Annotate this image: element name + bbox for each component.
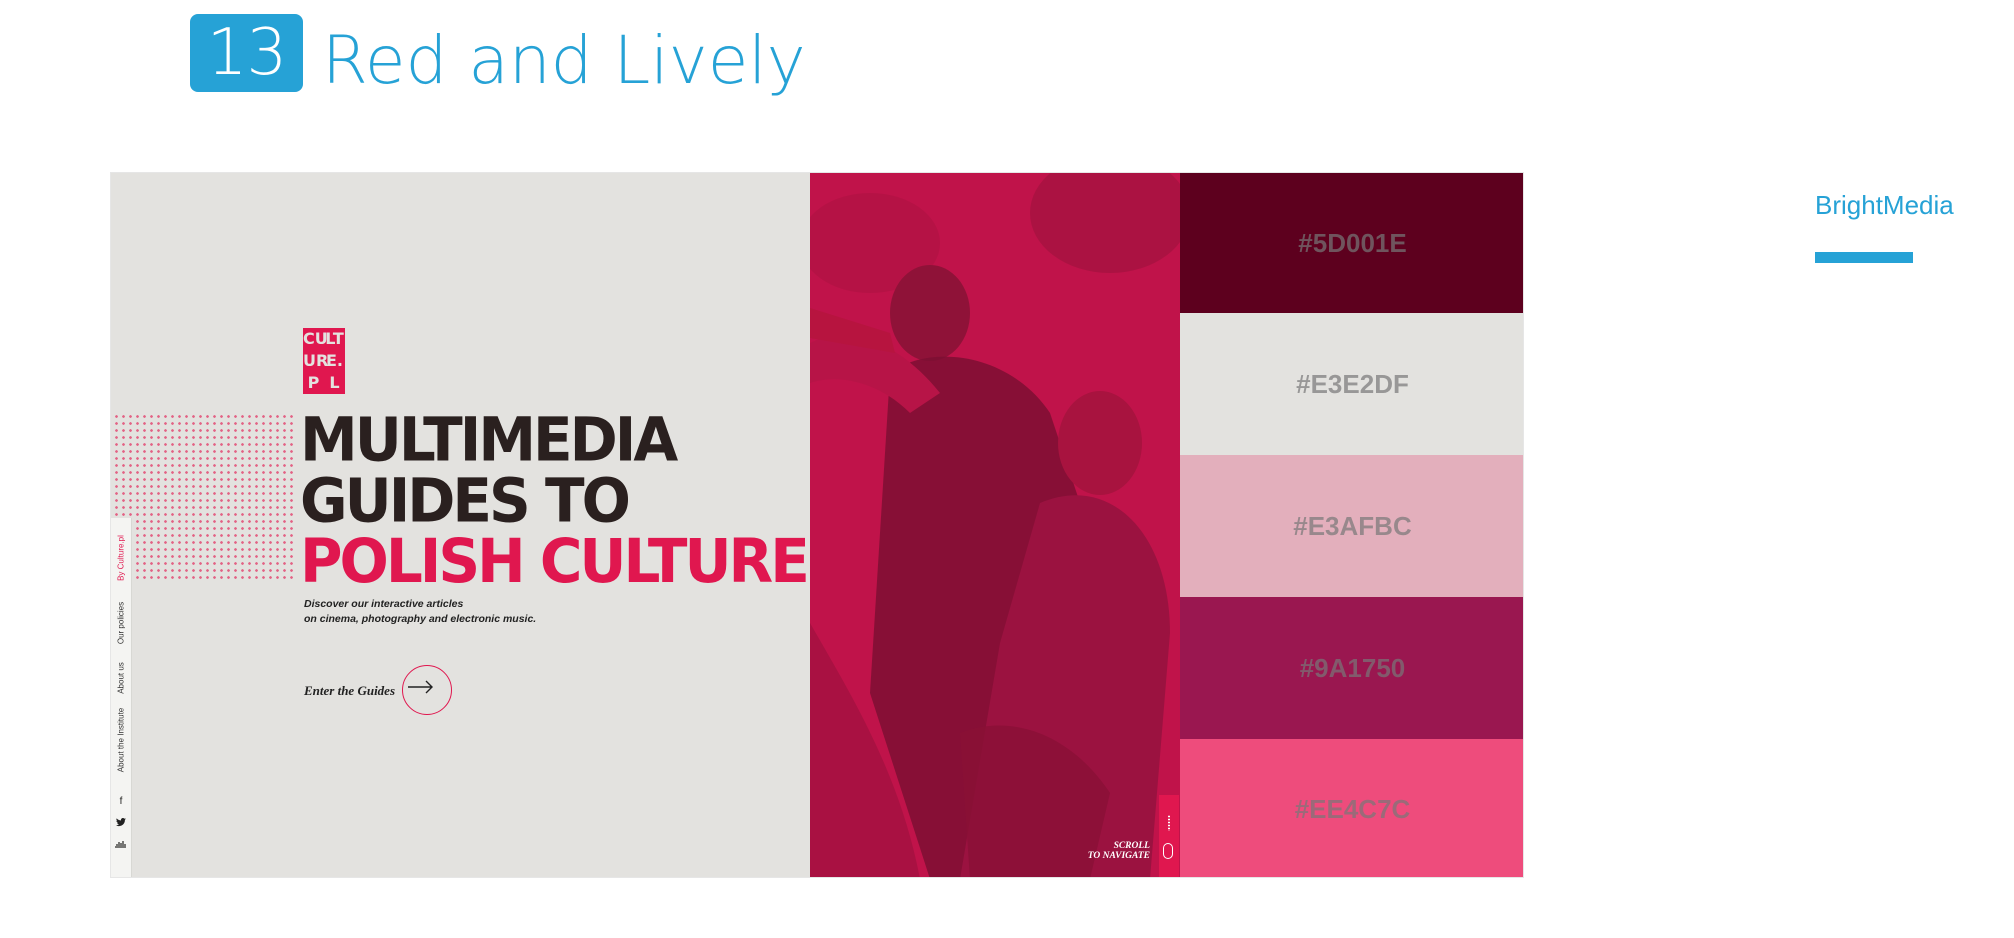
sidebar-link-about[interactable]: About us (117, 662, 126, 694)
section-number-badge: 13 (190, 14, 303, 92)
soundcloud-icon[interactable] (114, 840, 127, 851)
subtext-line-1: Discover our interactive articles (304, 598, 464, 610)
brand-underline (1815, 252, 1913, 263)
hero-subtext: Discover our interactive articles on cin… (304, 597, 536, 627)
sidebar-link-policies[interactable]: Our policies (117, 602, 126, 644)
arrow-right-icon (408, 677, 434, 700)
scroll-tab[interactable] (1159, 795, 1179, 877)
swatch-2: #E3E2DF (1180, 313, 1523, 455)
enter-guides-label: Enter the Guides (304, 683, 396, 698)
swatch-3: #E3AFBC (1180, 455, 1523, 597)
logo-letters: P (307, 373, 320, 392)
dot-pattern (113, 413, 293, 581)
dancing-people-photo: SCROLL TO NAVIGATE (810, 173, 1180, 877)
hero-headline: MULTIMEDIA GUIDES TO POLISH CULTURE (300, 403, 810, 597)
headline-line-2: GUIDES TO (300, 464, 631, 537)
vertical-sidebar: By Culture.pl Our policies About us Abou… (111, 518, 132, 877)
logo-letters: UR (303, 351, 329, 370)
enter-guides-button[interactable]: Enter the Guides (304, 665, 464, 719)
scroll-hint-line-2: TO NAVIGATE (1087, 851, 1150, 861)
outstretched-arm (810, 308, 895, 353)
swatch-5: #EE4C7C (1180, 739, 1523, 877)
logo-letters: E. (325, 351, 343, 370)
website-screenshot: By Culture.pl Our policies About us Abou… (110, 172, 1524, 878)
subtext-line-2: on cinema, photography and electronic mu… (304, 613, 537, 625)
twitter-icon[interactable] (115, 818, 127, 830)
scroll-hint: SCROLL TO NAVIGATE (1076, 841, 1150, 861)
headline-line-1: MULTIMEDIA (300, 403, 678, 476)
sidebar-link-culture[interactable]: By Culture.pl (117, 535, 126, 581)
hero-panel: By Culture.pl Our policies About us Abou… (111, 173, 810, 877)
sidebar-link-institute[interactable]: About the Institute (117, 708, 126, 773)
section-title: Red and Lively (322, 22, 806, 99)
tab-dots (1168, 815, 1170, 831)
brand-name: BrightMedia (1815, 190, 1954, 220)
logo-letters: CU (303, 329, 328, 348)
culture-pl-logo[interactable]: CU LT UR E. P L (303, 328, 345, 394)
logo-letters: L (329, 373, 340, 392)
mouse-icon (1163, 843, 1173, 859)
swatch-4: #9A1750 (1180, 597, 1523, 739)
swatch-1: #5D001E (1180, 173, 1523, 313)
logo-letters: LT (325, 329, 344, 348)
headline-line-3: POLISH CULTURE (300, 525, 810, 597)
scroll-hint-line-1: SCROLL (1113, 841, 1150, 851)
color-palette: #5D001E #E3E2DF #E3AFBC #9A1750 #EE4C7C (1180, 173, 1523, 877)
facebook-icon[interactable]: f (115, 796, 127, 807)
